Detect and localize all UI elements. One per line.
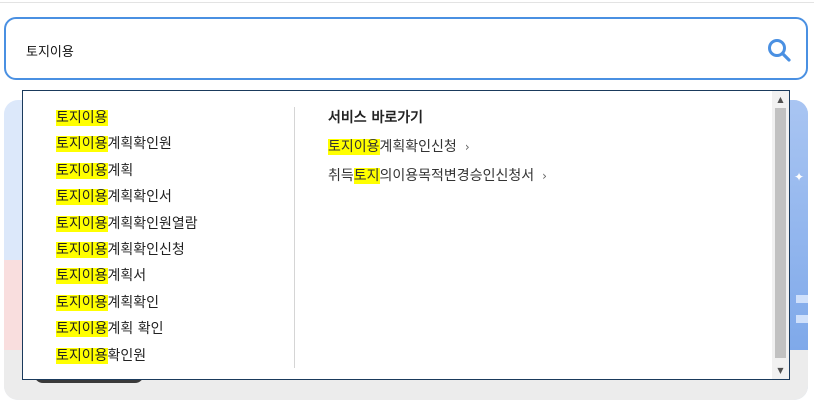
suggestion-highlight: 토지이용 (56, 136, 108, 153)
suggestion-rest: 계획 확인 (107, 321, 164, 338)
suggestion-item[interactable]: 토지이용계획서 (56, 263, 286, 289)
search-bar (4, 17, 808, 80)
banner-decoration (796, 295, 808, 303)
scrollbar-thumb[interactable] (775, 108, 786, 358)
sparkle-icon: ✦ (794, 170, 805, 184)
chevron-right-icon: › (542, 169, 547, 183)
suggestion-highlight: 토지이용 (56, 110, 108, 126)
suggestion-item[interactable]: 토지이용계획 (56, 158, 286, 184)
suggestion-highlight: 토지이용 (56, 294, 108, 311)
suggestion-rest: 확인원 (107, 347, 147, 364)
service-suffix: 계획확인신청 (379, 139, 457, 155)
suggestion-rest: 계획확인서 (107, 189, 172, 206)
service-suffix: 의이용목적변경승인신청서 (379, 168, 535, 184)
suggestion-rest: 계획서 (107, 268, 147, 285)
scroll-up-arrow-icon[interactable]: ▲ (772, 91, 789, 108)
banner-decoration (796, 315, 808, 323)
suggestion-rest: 계획 (107, 162, 134, 179)
service-highlight: 토지 (353, 168, 380, 184)
scroll-down-arrow-icon[interactable]: ▼ (772, 362, 789, 379)
top-divider (0, 2, 814, 3)
suggestion-item[interactable]: 토지이용계획 확인 (56, 316, 286, 342)
service-shortcuts: 서비스 바로가기 토지이용계획확인신청 › 취득토지의이용목적변경승인신청서 › (328, 105, 748, 191)
service-highlight: 토지이용 (328, 139, 380, 155)
search-icon (768, 39, 791, 62)
column-divider (294, 107, 295, 368)
suggestion-highlight: 토지이용 (56, 347, 108, 364)
suggestion-highlight: 토지이용 (56, 321, 108, 338)
suggestion-item[interactable]: 토지이용계획확인원열람 (56, 211, 286, 237)
search-input[interactable] (26, 39, 726, 61)
service-prefix: 취득 (328, 168, 354, 184)
suggestion-rest: 계획확인원열람 (107, 215, 198, 232)
suggestion-highlight: 토지이용 (56, 215, 108, 232)
suggestion-item[interactable]: 토지이용계획확인신청 (56, 237, 286, 263)
service-link[interactable]: 토지이용계획확인신청 › (328, 133, 748, 162)
banner-side-image: ✦ (790, 100, 808, 350)
suggestion-rest: 계획확인 (107, 294, 160, 311)
suggestion-highlight: 토지이용 (56, 162, 108, 179)
suggestion-item[interactable]: 토지이용 (56, 105, 286, 131)
chevron-right-icon: › (464, 140, 470, 154)
dropdown-scrollbar[interactable]: ▲ ▼ (772, 91, 789, 379)
suggestion-item[interactable]: 토지이용계획확인 (56, 290, 286, 316)
search-button[interactable] (766, 37, 792, 63)
suggestion-highlight: 토지이용 (56, 268, 108, 285)
suggestion-item[interactable]: 토지이용계획확인원 (56, 131, 286, 157)
suggestion-highlight: 토지이용 (56, 189, 108, 206)
suggestion-list: 토지이용 토지이용계획확인원 토지이용계획 토지이용계획확인서 토지이용계획확인… (56, 105, 286, 369)
autocomplete-dropdown: 토지이용 토지이용계획확인원 토지이용계획 토지이용계획확인서 토지이용계획확인… (22, 90, 790, 380)
suggestion-highlight: 토지이용 (56, 241, 108, 258)
suggestion-item[interactable]: 토지이용확인원 (56, 343, 286, 369)
suggestion-item[interactable]: 토지이용계획확인서 (56, 184, 286, 210)
suggestion-rest: 계획확인원 (107, 136, 172, 153)
service-link[interactable]: 취득토지의이용목적변경승인신청서 › (328, 162, 748, 191)
suggestion-rest: 계획확인신청 (107, 241, 185, 258)
service-shortcuts-title: 서비스 바로가기 (328, 110, 424, 126)
